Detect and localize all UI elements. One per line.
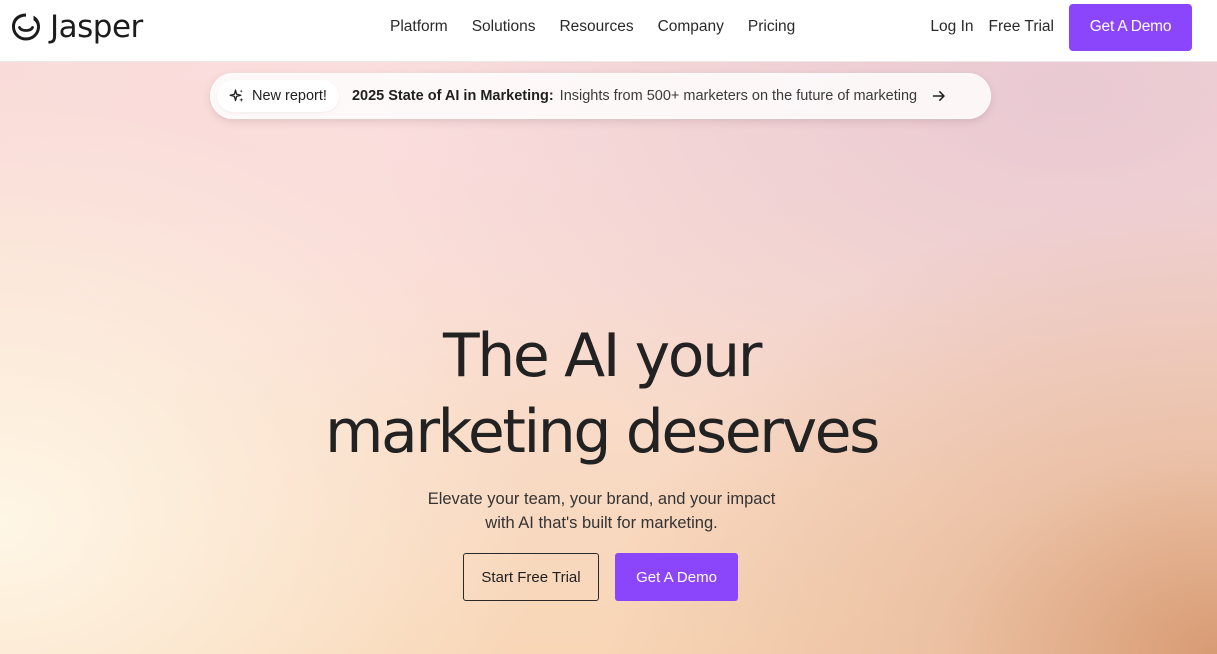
brand-name: Jasper: [50, 9, 143, 45]
jasper-face-icon: [12, 13, 40, 41]
nav-item-solutions[interactable]: Solutions: [472, 18, 536, 36]
logo[interactable]: Jasper: [8, 9, 143, 45]
site-header: Jasper Platform Solutions Resources Comp…: [0, 0, 1217, 62]
arrow-right-icon: [932, 91, 945, 101]
headline-line-1: The AI your: [443, 321, 762, 391]
hero-headline: The AI your marketing deserves: [0, 318, 1203, 470]
sparkle-icon: [229, 89, 244, 102]
header-actions: Log In Free Trial Get A Demo: [930, 3, 1192, 51]
nav-item-platform[interactable]: Platform: [390, 18, 448, 36]
announcement-banner[interactable]: New report! 2025 State of AI in Marketin…: [210, 73, 991, 119]
free-trial-link[interactable]: Free Trial: [989, 18, 1054, 36]
subtext-line-2: with AI that's built for marketing.: [485, 514, 718, 532]
nav-item-company[interactable]: Company: [658, 18, 724, 36]
nav-item-resources[interactable]: Resources: [559, 18, 633, 36]
subtext-line-1: Elevate your team, your brand, and your …: [427, 490, 776, 508]
new-report-badge: New report!: [217, 80, 339, 112]
announcement-title: 2025 State of AI in Marketing:: [351, 88, 554, 104]
nav-item-pricing[interactable]: Pricing: [748, 18, 795, 36]
hero-subtext: Elevate your team, your brand, and your …: [0, 487, 1203, 535]
headline-line-2: marketing deserves: [324, 397, 881, 467]
login-link[interactable]: Log In: [930, 18, 973, 36]
hero-cta-group: Start Free Trial Get A Demo: [463, 553, 738, 601]
get-demo-button-header[interactable]: Get A Demo: [1069, 3, 1192, 51]
get-demo-button-hero[interactable]: Get A Demo: [615, 553, 738, 601]
start-free-trial-button[interactable]: Start Free Trial: [463, 553, 599, 601]
main-nav: Platform Solutions Resources Company Pri…: [390, 0, 795, 54]
badge-label: New report!: [252, 88, 327, 104]
announcement-description: Insights from 500+ marketers on the futu…: [559, 88, 918, 104]
page: Jasper Platform Solutions Resources Comp…: [0, 0, 1217, 654]
